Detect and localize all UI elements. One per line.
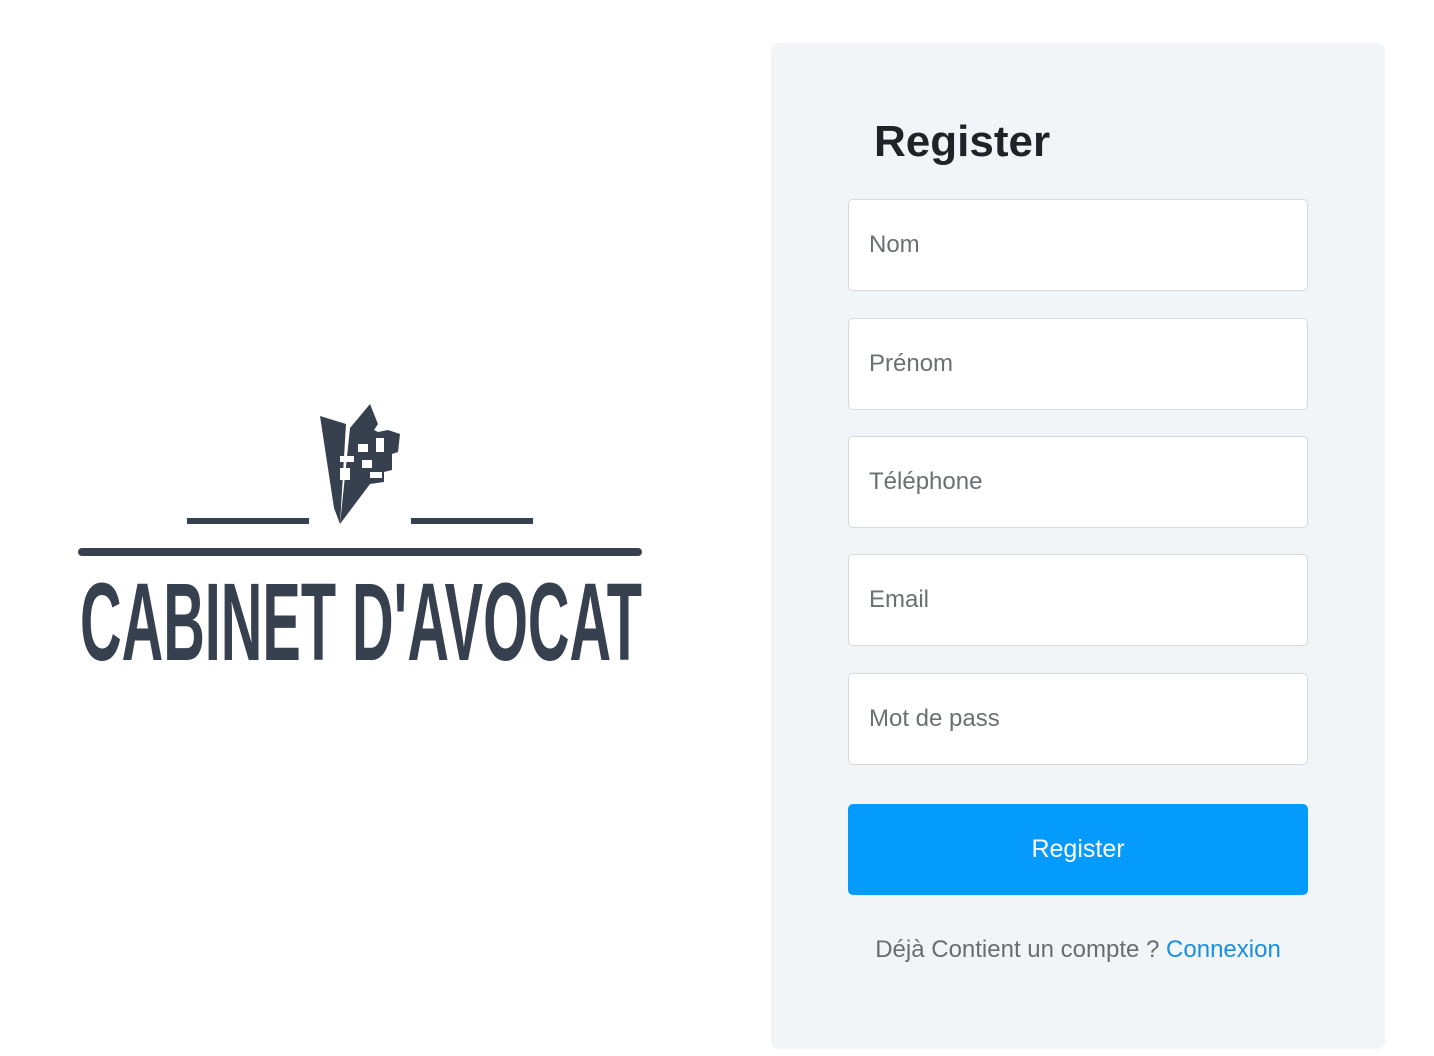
register-panel [771, 43, 1385, 1049]
email-input[interactable] [848, 554, 1308, 646]
logo-wordmark: CABINET D'AVOCAT [80, 572, 642, 670]
login-prompt-text: Déjà Contient un compte ? [875, 936, 1160, 963]
password-input[interactable] [848, 673, 1308, 765]
svg-text:CABINET D'AVOCAT: CABINET D'AVOCAT [80, 572, 642, 670]
nom-input[interactable] [848, 199, 1308, 291]
prenom-input[interactable] [848, 318, 1308, 410]
telephone-input[interactable] [848, 436, 1308, 528]
register-button[interactable]: Register [848, 804, 1308, 895]
brand-logo: CABINET D'AVOCAT [78, 404, 644, 670]
login-prompt: Déjà Contient un compte ? Connexion [771, 936, 1385, 964]
form-title: Register [874, 117, 1051, 166]
register-page: CABINET D'AVOCAT Register Register Déjà … [0, 0, 1434, 1056]
book-pen-emblem-icon [78, 404, 642, 556]
login-link[interactable]: Connexion [1166, 936, 1281, 963]
